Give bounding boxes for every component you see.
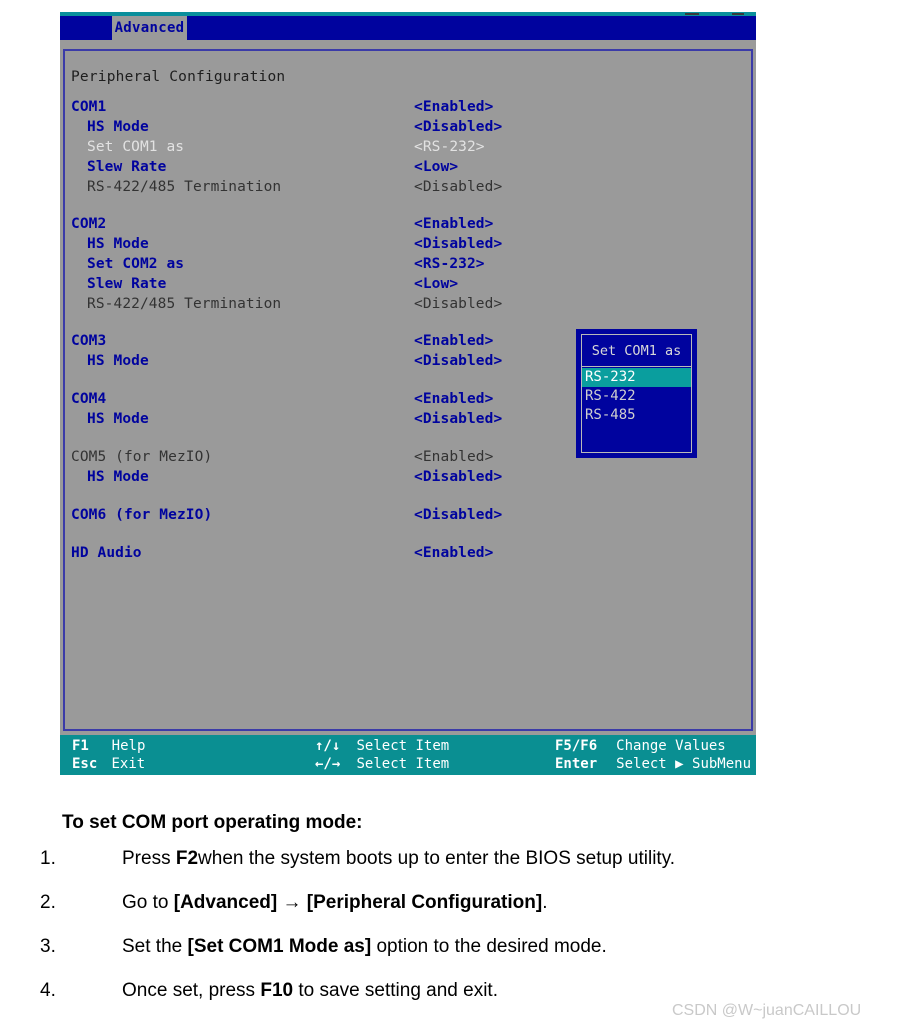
popup-option-list: RS-232 RS-422 RS-485 (582, 368, 691, 425)
step-text: Go to [Advanced] → [Peripheral Configura… (122, 892, 548, 913)
step-text: Press F2when the system boots up to ente… (122, 848, 676, 869)
setting-label: COM1 (71, 99, 107, 115)
step-number: 2. (40, 892, 56, 913)
scan-artifact-right (732, 13, 744, 15)
setting-row[interactable]: Set COM2 as <RS-232> (71, 256, 743, 276)
setting-label: RS-422/485 Termination (87, 179, 282, 195)
help-hint: ↑/↓ Select Item (315, 738, 449, 754)
scan-artifact-left (685, 13, 699, 15)
popup-inner-frame: Set COM1 as RS-232 RS-422 RS-485 (581, 334, 692, 453)
help-text: Exit (111, 756, 146, 772)
instructions-heading: To set COM port operating mode: (62, 812, 363, 833)
setting-label: Set COM2 as (87, 256, 185, 272)
setting-value[interactable]: <Disabled> (414, 411, 502, 427)
step-text: Once set, press F10 to save setting and … (122, 980, 498, 1001)
setting-row[interactable]: COM6 (for MezIO) <Disabled> (71, 507, 743, 527)
setting-value[interactable]: <Enabled> (414, 99, 493, 115)
help-key: F1 (72, 738, 89, 754)
setting-label: HS Mode (87, 469, 149, 485)
step-number: 4. (40, 980, 56, 1001)
popup-title: Set COM1 as (582, 335, 691, 367)
help-hint: Esc Exit (72, 756, 145, 772)
step-text: Set the [Set COM1 Mode as] option to the… (122, 936, 607, 957)
setting-value[interactable]: <Disabled> (414, 119, 502, 135)
tab-advanced[interactable]: Advanced (112, 16, 187, 40)
setting-value[interactable]: <Disabled> (414, 236, 502, 252)
bios-setup-screen: Advanced Peripheral Configuration COM1 <E… (60, 12, 756, 775)
setting-row[interactable]: Slew Rate <Low> (71, 159, 743, 179)
help-hint: ←/→ Select Item (315, 756, 449, 772)
help-hint: Enter Select ▶ SubMenu (555, 756, 751, 772)
setting-label: COM4 (71, 391, 107, 407)
setting-row[interactable]: Set COM1 as <RS-232> (71, 139, 743, 159)
setting-label: COM3 (71, 333, 107, 349)
help-text: Select ▶ SubMenu (616, 756, 752, 772)
setting-value[interactable]: <Enabled> (414, 333, 493, 349)
setting-value[interactable]: <Disabled> (414, 469, 502, 485)
setting-row[interactable]: RS-422/485 Termination <Disabled> (71, 179, 743, 199)
setting-label: COM6 (for MezIO) (71, 507, 213, 523)
help-text: Help (111, 738, 146, 754)
step-number: 3. (40, 936, 56, 957)
step-number: 1. (40, 848, 56, 869)
setting-value[interactable]: <Disabled> (414, 179, 502, 195)
setting-value[interactable]: <Enabled> (414, 216, 493, 232)
menu-bar-spacer (60, 40, 756, 49)
popup-option[interactable]: RS-485 (582, 406, 691, 425)
help-hint: F1 Help (72, 738, 145, 754)
setting-value[interactable]: <Disabled> (414, 296, 502, 312)
setting-label: HD Audio (71, 545, 142, 561)
setting-row[interactable]: HS Mode <Disabled> (71, 119, 743, 139)
setting-label: HS Mode (87, 353, 149, 369)
page-root: Advanced Peripheral Configuration COM1 <E… (0, 0, 907, 1033)
setting-value[interactable]: <RS-232> (414, 256, 485, 272)
setting-value[interactable]: <Enabled> (414, 545, 493, 561)
setting-value[interactable]: <Low> (414, 276, 458, 292)
help-key: ↑/↓ (315, 738, 341, 754)
help-key: Esc (72, 756, 98, 772)
bios-help-bar: F1 Help Esc Exit ↑/↓ Select Item ←/→ Select… (60, 735, 756, 775)
help-text: Change Values (616, 738, 726, 754)
page-title: Peripheral Configuration (71, 69, 286, 85)
watermark: CSDN @W~juanCAILLOU (672, 1002, 862, 1019)
setting-row[interactable]: COM2 <Enabled> (71, 216, 743, 236)
setting-value[interactable]: <Disabled> (414, 353, 502, 369)
setting-row[interactable]: HD Audio <Enabled> (71, 545, 743, 565)
help-text: Select Item (356, 756, 450, 772)
help-hint: F5/F6 Change Values (555, 738, 726, 754)
setting-row[interactable]: HS Mode <Disabled> (71, 469, 743, 489)
setting-value[interactable]: <Enabled> (414, 449, 493, 465)
popup-option[interactable]: RS-422 (582, 387, 691, 406)
setting-value[interactable]: <RS-232> (414, 139, 485, 155)
setting-value[interactable]: <Disabled> (414, 507, 502, 523)
setting-label: Set COM1 as (87, 139, 185, 155)
help-key: ←/→ (315, 756, 341, 772)
setting-label: HS Mode (87, 411, 149, 427)
help-key: Enter (555, 756, 598, 772)
help-text: Select Item (356, 738, 450, 754)
setting-row[interactable]: Slew Rate <Low> (71, 276, 743, 296)
setting-label: HS Mode (87, 119, 149, 135)
setting-value[interactable]: <Enabled> (414, 391, 493, 407)
help-key: F5/F6 (555, 738, 598, 754)
setting-row[interactable]: RS-422/485 Termination <Disabled> (71, 296, 743, 316)
setting-label: Slew Rate (87, 159, 167, 175)
setting-label: HS Mode (87, 236, 149, 252)
setting-label: COM5 (for MezIO) (71, 449, 213, 465)
setting-label: RS-422/485 Termination (87, 296, 282, 312)
setting-label: COM2 (71, 216, 107, 232)
setting-value[interactable]: <Low> (414, 159, 458, 175)
popup-option[interactable]: RS-232 (582, 368, 691, 387)
setting-label: Slew Rate (87, 276, 167, 292)
set-com1-as-popup[interactable]: Set COM1 as RS-232 RS-422 RS-485 (576, 329, 697, 458)
setting-row[interactable]: HS Mode <Disabled> (71, 236, 743, 256)
setting-row[interactable]: COM1 <Enabled> (71, 99, 743, 119)
